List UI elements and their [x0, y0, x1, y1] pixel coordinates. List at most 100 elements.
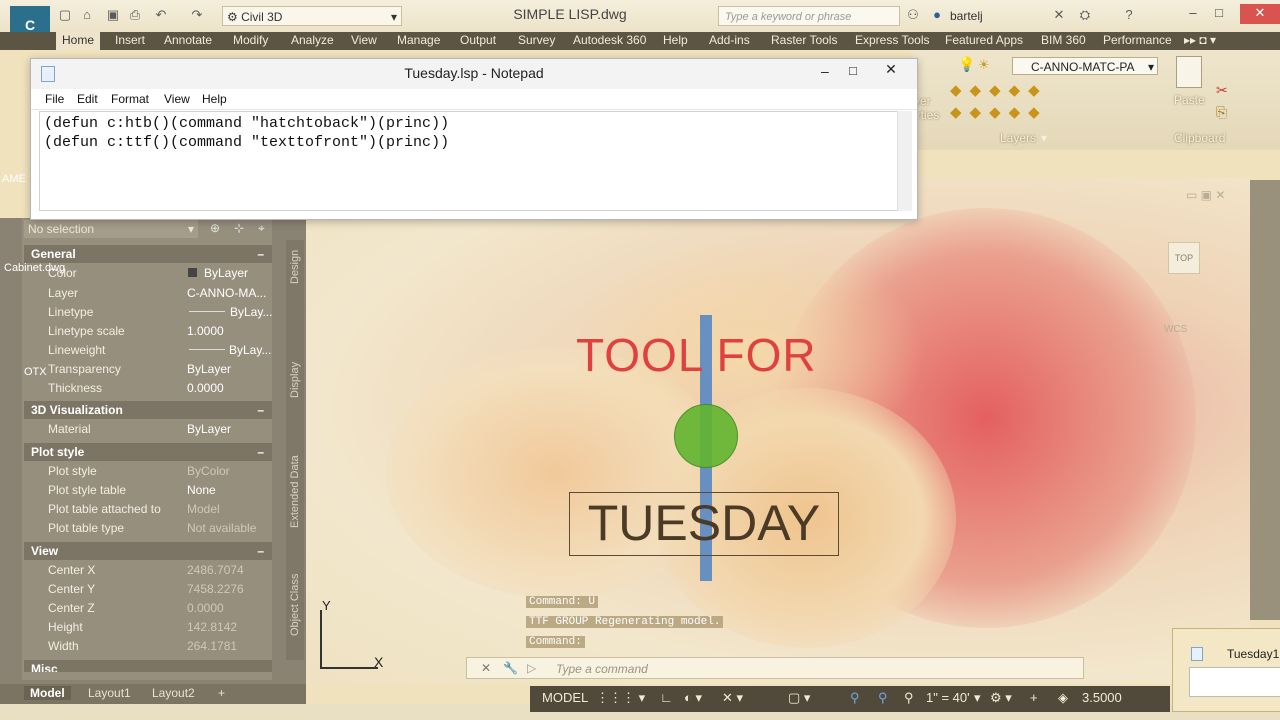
user-icon[interactable]: ●: [930, 8, 944, 22]
command-input[interactable]: Type a command: [556, 662, 648, 676]
more-tabs-icon[interactable]: ▸▸ ◘ ▾: [1184, 32, 1216, 50]
open-icon[interactable]: ⌂: [80, 8, 94, 22]
prop-value[interactable]: ByLayer: [187, 362, 231, 376]
polar-icon[interactable]: ◐ ▾: [684, 690, 702, 706]
clipboard-icon[interactable]: [1176, 56, 1202, 88]
help-icon[interactable]: ?: [1122, 8, 1136, 22]
section-misc[interactable]: Misc: [24, 660, 272, 672]
gear-icon[interactable]: ⚙ ▾: [990, 690, 1012, 706]
auto-scale-icon[interactable]: ⚲: [878, 690, 888, 706]
section-general[interactable]: General –: [24, 245, 272, 263]
tab-raster-tools[interactable]: Raster Tools: [771, 32, 837, 50]
elevation-value[interactable]: 3.5000: [1082, 690, 1122, 705]
model-toggle[interactable]: MODEL: [542, 690, 588, 705]
user-name[interactable]: bartelj: [950, 9, 983, 23]
ortho-icon[interactable]: ∟: [660, 690, 673, 705]
tab-featured-apps[interactable]: Featured Apps: [945, 32, 1023, 50]
vtab-display[interactable]: Display: [289, 362, 301, 398]
viewport-controls[interactable]: ▭ ▣ ✕: [1186, 188, 1246, 204]
menu-format[interactable]: Format: [111, 92, 149, 106]
vtab-design[interactable]: Design: [289, 250, 301, 284]
tab-home[interactable]: Home: [56, 32, 101, 50]
undo-icon[interactable]: ↶: [154, 8, 168, 22]
taskbar-preview[interactable]: Tuesday1.: [1172, 628, 1280, 712]
tab-insert[interactable]: Insert: [115, 32, 145, 50]
menu-view[interactable]: View: [164, 92, 190, 106]
tab-autodesk360[interactable]: Autodesk 360: [573, 32, 646, 50]
layer-dropdown[interactable]: C-ANNO-MATC-PA ▾: [1012, 57, 1158, 75]
menu-file[interactable]: File: [45, 92, 64, 106]
section-3d-visualization[interactable]: 3D Visualization –: [24, 401, 272, 419]
binoculars-icon[interactable]: ⚇: [906, 8, 920, 22]
drawing-canvas[interactable]: TOP WCS ▭ ▣ ✕ TOOL FOR TUESDAY Command: …: [306, 178, 1250, 684]
tab-output[interactable]: Output: [460, 32, 496, 50]
object-snap-icon[interactable]: ▢ ▾: [788, 690, 810, 706]
tab-bim360[interactable]: BIM 360: [1041, 32, 1086, 50]
menu-help[interactable]: Help: [202, 92, 227, 106]
panel-layers-label[interactable]: Layers: [1000, 131, 1036, 145]
quick-select-icon[interactable]: ⌖: [258, 221, 265, 236]
lightbulb-icon[interactable]: 💡: [958, 56, 975, 73]
a360-icon[interactable]: ⛭: [1078, 8, 1092, 22]
wrench-icon[interactable]: 🔧: [503, 661, 518, 675]
exchange-icon[interactable]: ✕: [1052, 8, 1066, 22]
minimize-button[interactable]: –: [1180, 4, 1206, 24]
prop-value[interactable]: ByLayer: [187, 422, 231, 436]
grid-icon[interactable]: ⋮⋮⋮ ▾: [596, 690, 645, 706]
vtab-object-class[interactable]: Object Class: [289, 574, 301, 636]
tab-layout2[interactable]: Layout2: [152, 686, 195, 700]
chevron-down-icon[interactable]: ▾: [974, 690, 981, 706]
notepad-maximize-button[interactable]: □: [849, 63, 857, 78]
tab-analyze[interactable]: Analyze: [291, 32, 334, 50]
tab-survey[interactable]: Survey: [518, 32, 555, 50]
notepad-text-area[interactable]: (defun c:htb()(command "hatchtoback")(pr…: [39, 111, 903, 211]
notepad-scrollbar[interactable]: [897, 111, 912, 211]
osnap-icon[interactable]: ✕ ▾: [722, 690, 743, 706]
new-icon[interactable]: ▢: [58, 8, 72, 22]
text-tool-for[interactable]: TOOL FOR: [576, 328, 817, 382]
menu-edit[interactable]: Edit: [77, 92, 98, 106]
workspace-dropdown[interactable]: ⚙ Civil 3D ▾: [222, 6, 402, 26]
layer-tools-icons[interactable]: ◆◆◆◆◆ ◆◆◆◆◆: [950, 80, 1070, 125]
prop-value[interactable]: ByLayer: [204, 266, 248, 280]
tab-addins[interactable]: Add-ins: [709, 32, 750, 50]
plus-icon[interactable]: +: [1030, 690, 1038, 705]
section-view[interactable]: View –: [24, 542, 272, 560]
chevron-down-icon[interactable]: ▾: [1041, 131, 1047, 145]
add-layout-button[interactable]: +: [218, 686, 225, 700]
tab-modify[interactable]: Modify: [233, 32, 268, 50]
copy-icon[interactable]: ⎘: [1216, 104, 1227, 121]
tab-express-tools[interactable]: Express Tools: [855, 32, 929, 50]
selection-dropdown[interactable]: No selection ▾: [24, 220, 198, 238]
maximize-button[interactable]: □: [1206, 4, 1232, 24]
tab-help[interactable]: Help: [663, 32, 688, 50]
tab-performance[interactable]: Performance: [1103, 32, 1172, 50]
prop-value[interactable]: ByLay...: [230, 305, 272, 319]
select-objects-icon[interactable]: ⊹: [234, 221, 244, 235]
tab-view[interactable]: View: [351, 32, 377, 50]
toggle-pickadd-icon[interactable]: ⊕: [210, 221, 220, 235]
search-input[interactable]: Type a keyword or phrase: [718, 6, 900, 26]
prop-value[interactable]: ByLay...: [229, 343, 271, 357]
tab-layout1[interactable]: Layout1: [88, 686, 131, 700]
close-icon[interactable]: ✕: [481, 661, 491, 675]
file-tab-cabinet[interactable]: Cabinet.dwg: [4, 262, 65, 274]
notepad-titlebar[interactable]: Tuesday.lsp - Notepad – □ ✕: [31, 59, 917, 89]
panel-clipboard-label[interactable]: Clipboard: [1174, 131, 1225, 145]
sun-icon[interactable]: ☀: [978, 57, 990, 73]
notepad-close-button[interactable]: ✕: [873, 61, 909, 81]
notepad-minimize-button[interactable]: –: [821, 63, 829, 79]
section-plot-style[interactable]: Plot style –: [24, 443, 272, 461]
save-icon[interactable]: ▣: [106, 8, 120, 22]
prop-value[interactable]: 1.0000: [187, 324, 224, 338]
annotation-scale[interactable]: 1" = 40': [926, 690, 970, 705]
annotation-scale-icon[interactable]: ⚲: [904, 690, 914, 706]
green-circle[interactable]: [674, 404, 738, 468]
close-button[interactable]: ✕: [1240, 4, 1280, 24]
cut-icon[interactable]: ✂: [1216, 82, 1228, 99]
tab-annotate[interactable]: Annotate: [164, 32, 212, 50]
tab-model[interactable]: Model: [24, 686, 71, 700]
file-tab-ame[interactable]: AME: [2, 173, 26, 185]
prop-value[interactable]: None: [187, 483, 216, 497]
print-icon[interactable]: ⎙: [128, 8, 142, 22]
